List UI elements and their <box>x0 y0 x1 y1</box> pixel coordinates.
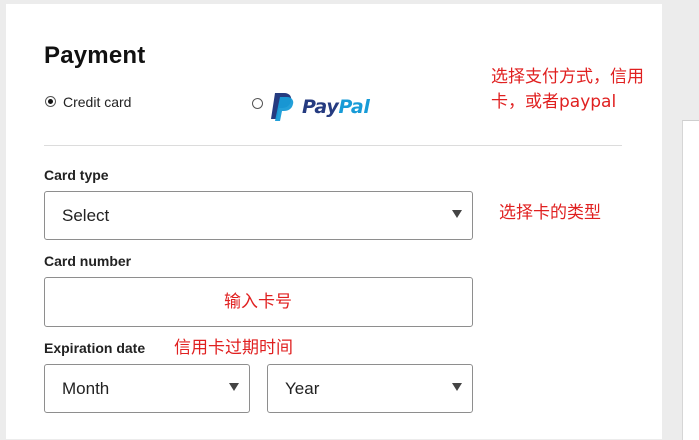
card-type-select[interactable]: Select <box>44 191 473 240</box>
background-panel-edge <box>682 120 699 440</box>
paypal-p-icon <box>271 93 294 121</box>
expiration-year-select[interactable]: Year <box>267 364 473 413</box>
credit-card-label[interactable]: Credit card <box>63 94 131 110</box>
expiration-month-value: Month <box>62 379 110 398</box>
annotation-card-type: 选择卡的类型 <box>499 203 601 223</box>
annotation-card-number: 输入卡号 <box>224 292 292 312</box>
expiration-date-label: Expiration date <box>44 340 146 356</box>
expiration-year-value: Year <box>285 379 320 398</box>
annotation-payment-method-line2: 卡，或者paypal <box>491 92 617 112</box>
credit-card-radio[interactable] <box>45 96 56 107</box>
chevron-down-icon <box>452 210 462 218</box>
card-type-label: Card type <box>44 167 109 183</box>
page-title: Payment <box>44 42 146 69</box>
chevron-down-icon <box>452 383 462 391</box>
paypal-radio[interactable] <box>252 98 263 109</box>
chevron-down-icon <box>229 383 239 391</box>
card-type-value: Select <box>62 206 110 225</box>
card-number-label: Card number <box>44 253 132 269</box>
expiration-month-select[interactable]: Month <box>44 364 250 413</box>
annotation-payment-method-line1: 选择支付方式，信用 <box>491 67 644 87</box>
paypal-wordmark[interactable]: PayPal <box>302 96 370 118</box>
divider <box>44 145 622 146</box>
annotation-expiration: 信用卡过期时间 <box>174 338 293 358</box>
